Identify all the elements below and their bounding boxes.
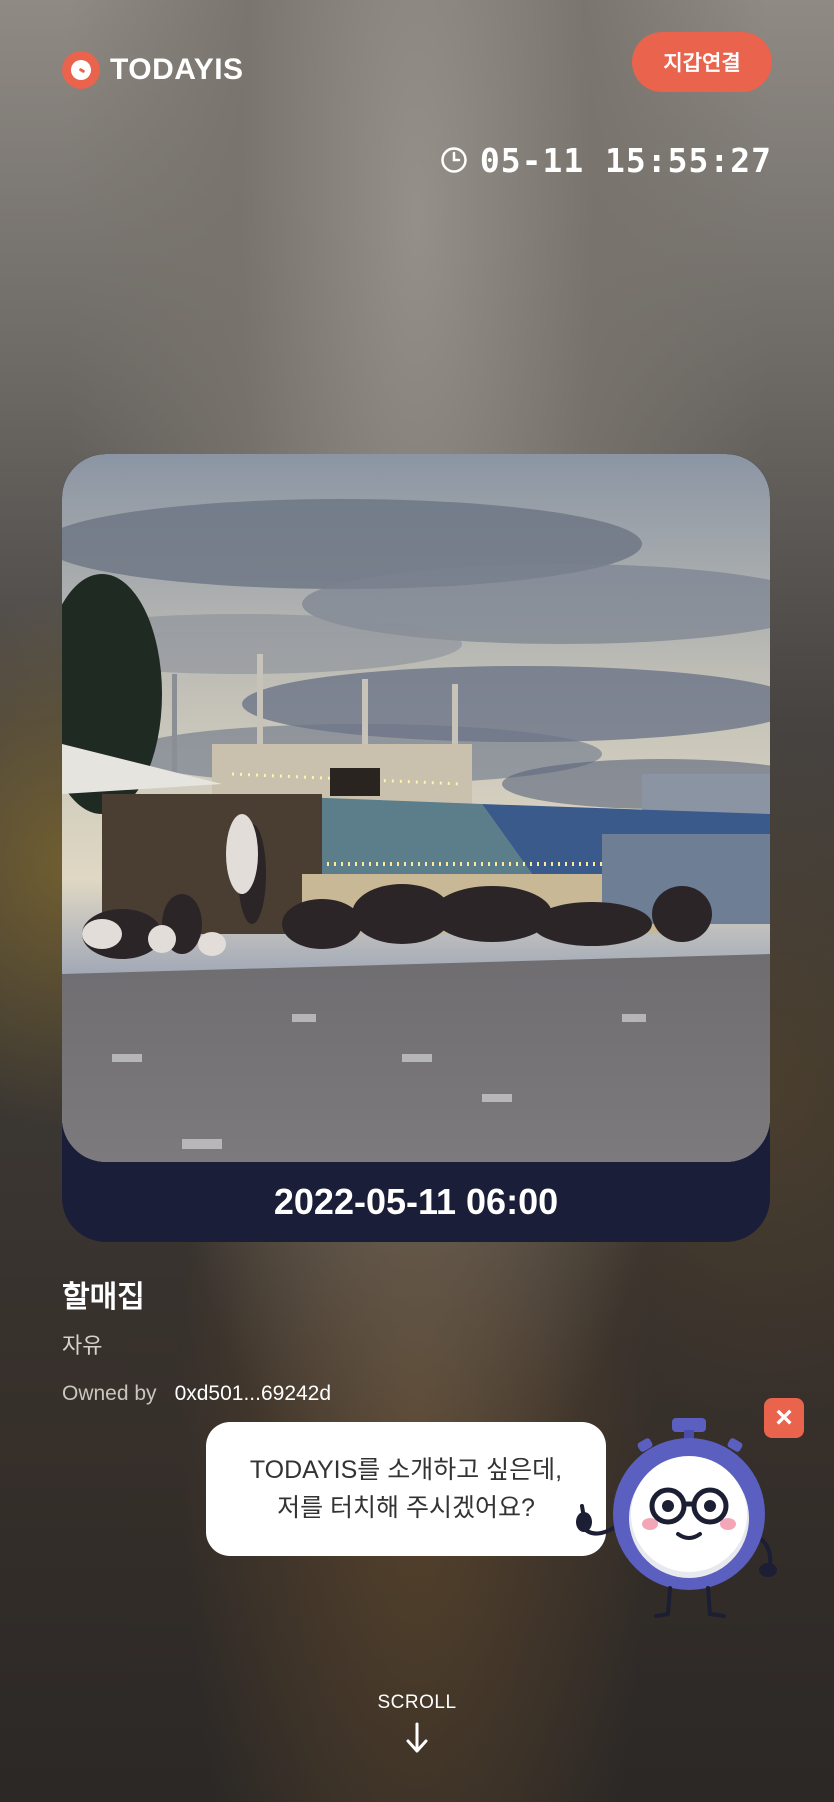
logo[interactable]: TODAYIS [62, 40, 244, 100]
category-label: 자유 [62, 1333, 103, 1358]
stopwatch-mascot-icon[interactable] [572, 1414, 790, 1624]
clock-icon [441, 147, 467, 173]
logo-text: TODAYIS [110, 53, 244, 86]
bubble-line-1: TODAYIS를 소개하고 싶은데, [249, 1456, 563, 1484]
current-time: 05-11 15:55:27 [440, 140, 772, 180]
time-text: 05-11 15:55:27 [479, 140, 772, 180]
owner-row: Owned by 0xd501...69242d [62, 1382, 331, 1406]
photo-image [62, 454, 770, 1162]
wallet-connect-button[interactable]: 지갑연결 [632, 32, 772, 92]
bubble-line-2: 저를 터치해 주시겠어요? [277, 1494, 535, 1522]
owner-address[interactable]: 0xd501...69242d [175, 1382, 331, 1406]
card-date: 2022-05-11 06:00 [273, 1181, 559, 1222]
speech-bubble[interactable]: TODAYIS를 소개하고 싶은데, 저를 터치해 주시겠어요? [206, 1422, 606, 1556]
header: TODAYIS 지갑연결 [62, 32, 772, 100]
logo-icon [62, 51, 100, 89]
page-title: 할매집 [62, 1281, 145, 1314]
owned-by-label: Owned by [62, 1382, 157, 1405]
scroll-label: SCROLL [377, 1692, 457, 1713]
nft-card[interactable]: 2022-05-11 06:00 [62, 454, 770, 1242]
arrow-down-icon [0, 1722, 834, 1759]
